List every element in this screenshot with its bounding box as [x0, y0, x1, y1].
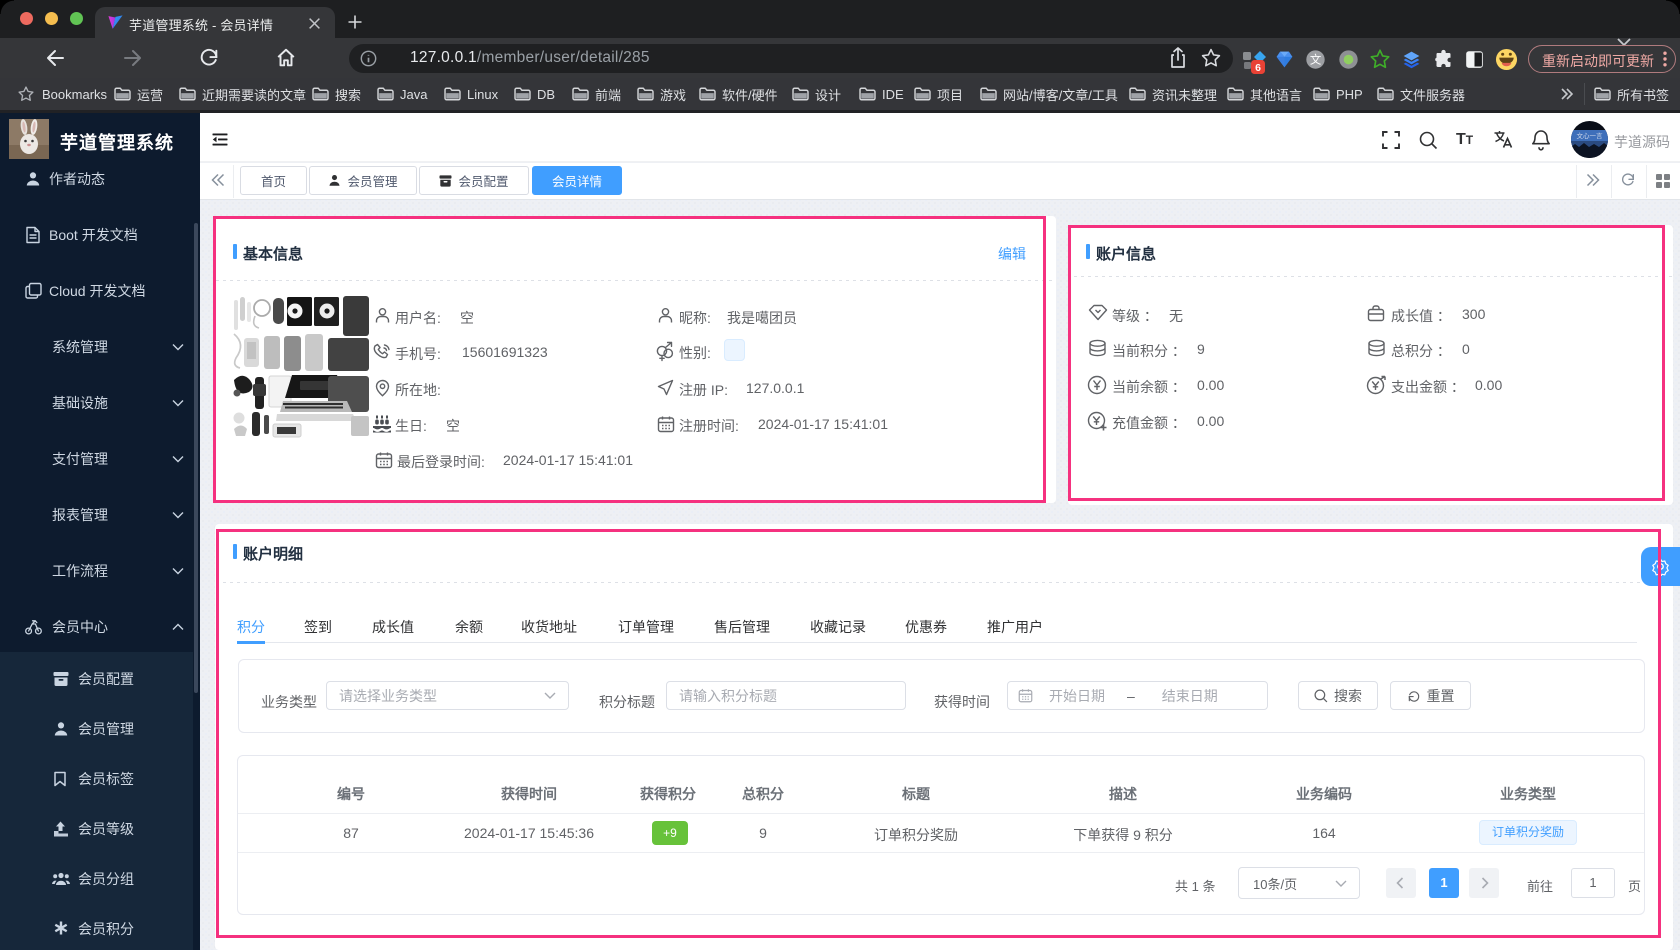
svg-text:文心一言: 文心一言	[1577, 131, 1604, 140]
svg-text:文: 文	[1310, 52, 1321, 66]
svg-text:6: 6	[1255, 62, 1261, 74]
